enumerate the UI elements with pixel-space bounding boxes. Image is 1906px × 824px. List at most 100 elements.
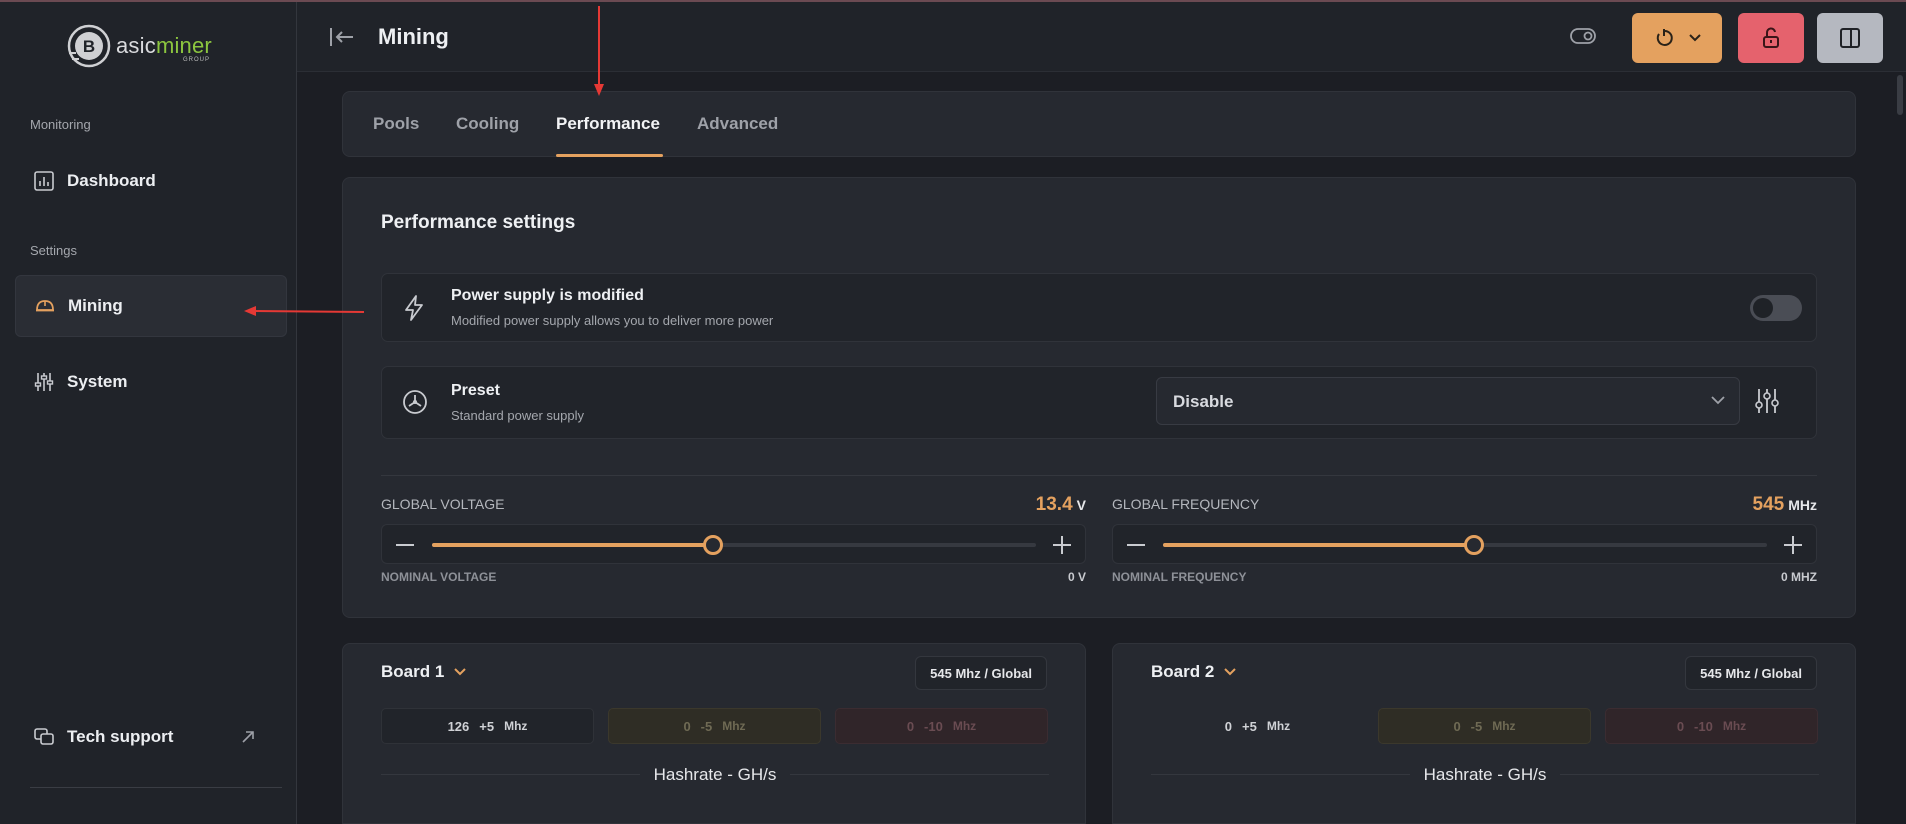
voltage-slider-thumb[interactable]: [702, 535, 723, 555]
freq-delta: -10: [1694, 718, 1713, 734]
tab-performance[interactable]: Performance: [556, 114, 660, 134]
frequency-slider-thumb[interactable]: [1464, 535, 1485, 555]
nominal-voltage-value: 0 V: [1067, 570, 1086, 584]
freq-delta: +5: [1242, 718, 1257, 734]
tab-cooling[interactable]: Cooling: [456, 114, 519, 134]
freq-unit: Mhz: [722, 719, 746, 733]
freq-counter-minus5: 0 -5 Mhz: [608, 708, 821, 744]
mining-tabs: Pools Cooling Performance Advanced: [342, 91, 1856, 157]
tab-advanced[interactable]: Advanced: [697, 114, 778, 134]
power-supply-subtitle: Modified power supply allows you to deli…: [451, 313, 774, 328]
restart-icon: [1656, 29, 1673, 46]
freq-delta: -5: [1470, 718, 1483, 734]
global-frequency-value: 545 MHz: [1753, 494, 1817, 516]
external-link-icon: [242, 731, 254, 743]
nominal-voltage-label: NOMINAL VOLTAGE: [381, 570, 497, 584]
sidebar-item-system[interactable]: System: [15, 351, 287, 413]
board-name: Board 2: [1151, 662, 1215, 681]
hashrate-heading: Hashrate - GH/s: [343, 765, 1087, 785]
chevron-down-icon: [1711, 396, 1725, 405]
freq-counter-plus5: 126 +5 Mhz: [381, 708, 594, 744]
annotation-arrow-down: [594, 6, 604, 96]
freq-delta: -10: [924, 718, 943, 734]
nominal-frequency-label: NOMINAL FREQUENCY: [1112, 570, 1247, 584]
board-title[interactable]: Board 2: [1151, 662, 1237, 682]
board-card: Board 1 545 Mhz / Global 126 +5 Mhz 0 -5…: [342, 643, 1086, 824]
toggle-panel-button[interactable]: [1817, 13, 1883, 63]
chevron-down-icon: [1689, 34, 1701, 42]
top-header: Mining: [297, 2, 1906, 72]
chip-count: 0: [1224, 718, 1233, 734]
power-menu-button[interactable]: [1632, 13, 1722, 63]
brand-group: GROUP: [182, 57, 210, 63]
scrollbar-thumb[interactable]: [1897, 75, 1903, 115]
unlock-icon: [1763, 27, 1779, 48]
scrollbar-track[interactable]: [1894, 72, 1906, 824]
freq-counter-plus5: 0 +5 Mhz: [1151, 708, 1364, 744]
power-supply-row: Power supply is modified Modified power …: [381, 273, 1817, 342]
chip-count: 0: [1676, 718, 1685, 734]
unlock-button[interactable]: [1738, 13, 1804, 63]
board-frequency-badge: 545 Mhz / Global: [915, 656, 1047, 690]
preset-selected-value: Disable: [1173, 392, 1234, 411]
section-divider: [381, 475, 1817, 476]
global-voltage-value: 13.4 V: [1036, 494, 1086, 516]
voltage-number: 13.4: [1035, 494, 1073, 515]
frequency-unit: MHz: [1788, 497, 1817, 513]
chip-count: 0: [1453, 718, 1461, 734]
section-title: Performance settings: [381, 212, 576, 233]
board-title[interactable]: Board 1: [381, 662, 467, 682]
section-monitoring: Monitoring: [30, 117, 91, 132]
bar-chart-icon: [34, 171, 54, 191]
voltage-increase-button[interactable]: [1053, 536, 1071, 554]
sidebar-item-dashboard[interactable]: Dashboard: [15, 150, 287, 212]
brand-logo[interactable]: B asicminer GROUP: [66, 22, 236, 70]
active-tab-indicator: [556, 154, 663, 157]
preset-title: Preset: [451, 382, 500, 399]
voltage-slider: [381, 524, 1086, 564]
hashrate-heading: Hashrate - GH/s: [1113, 765, 1857, 785]
lightning-icon: [405, 295, 423, 321]
sidebar-item-label: Mining: [68, 296, 123, 315]
nominal-frequency-value: 0 MHZ: [1781, 570, 1817, 584]
helmet-icon: [36, 300, 54, 312]
preset-select[interactable]: Disable: [1156, 377, 1740, 425]
power-supply-title: Power supply is modified: [451, 287, 644, 304]
frequency-increase-button[interactable]: [1784, 536, 1802, 554]
chip-count: 126: [447, 718, 470, 734]
sliders-icon: [34, 373, 54, 391]
tune-settings-icon[interactable]: [1754, 387, 1780, 415]
freq-delta: -5: [700, 718, 713, 734]
frequency-slider-track[interactable]: [1163, 535, 1767, 555]
sidebar-divider: [30, 787, 282, 788]
freq-unit: Mhz: [1492, 719, 1516, 733]
svg-text:B: B: [83, 37, 95, 56]
freq-counter-minus10: 0 -10 Mhz: [835, 708, 1048, 744]
chevron-down-icon: [1224, 668, 1237, 676]
brand-name: asicminer GROUP: [116, 33, 212, 63]
preset-subtitle: Standard power supply: [451, 408, 584, 423]
hashrate-label: Hashrate - GH/s: [1409, 765, 1561, 784]
annotation-arrow-left: [244, 306, 365, 316]
gauge-icon: [403, 390, 427, 414]
voltage-slider-fill: [432, 543, 713, 547]
tech-support-link[interactable]: Tech support: [15, 706, 287, 768]
frequency-decrease-button[interactable]: [1127, 544, 1145, 546]
global-frequency-label: GLOBAL FREQUENCY: [1112, 496, 1260, 512]
sidebar-item-label: Dashboard: [67, 171, 156, 190]
freq-unit: Mhz: [1722, 719, 1747, 733]
frequency-slider-fill: [1163, 543, 1475, 547]
voltage-unit: V: [1076, 497, 1086, 513]
voltage-slider-track[interactable]: [432, 535, 1036, 555]
tab-pools[interactable]: Pools: [373, 114, 419, 134]
freq-counter-minus10: 0 -10 Mhz: [1605, 708, 1818, 744]
frequency-number: 545: [1752, 494, 1785, 515]
theme-toggle-icon[interactable]: [1570, 27, 1598, 45]
collapse-sidebar-icon[interactable]: [329, 25, 355, 49]
preset-row: Preset Standard power supply Disable: [381, 366, 1817, 439]
global-voltage-label: GLOBAL VOLTAGE: [381, 496, 505, 512]
voltage-decrease-button[interactable]: [396, 544, 414, 546]
app-root: B asicminer GROUP Monitoring Dashboard S…: [0, 0, 1906, 824]
power-supply-toggle[interactable]: [1750, 295, 1802, 321]
performance-settings-card: Performance settings Power supply is mod…: [342, 177, 1856, 618]
